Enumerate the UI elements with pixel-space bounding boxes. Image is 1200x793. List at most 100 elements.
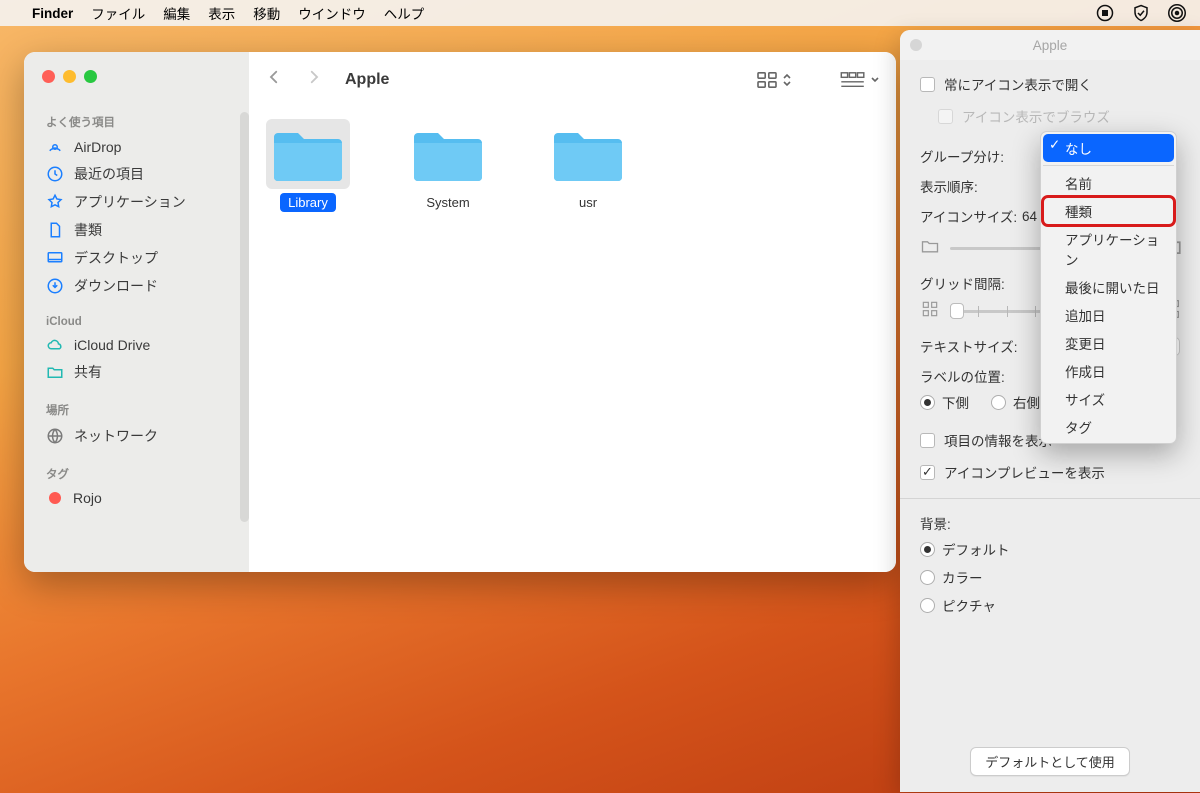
globe-icon <box>46 427 64 445</box>
sidebar-item-label: iCloud Drive <box>74 337 150 353</box>
dropdown-option[interactable]: サイズ <box>1043 385 1174 413</box>
label-icon-size: アイコンサイズ: <box>920 206 1022 226</box>
folder-label: Library <box>280 193 336 212</box>
menu-file[interactable]: ファイル <box>91 3 145 23</box>
small-folder-icon <box>920 236 940 259</box>
window-close-button[interactable] <box>42 70 55 83</box>
broadcast-icon[interactable] <box>1168 4 1186 22</box>
label-group-by: グループ分け: <box>920 146 1022 166</box>
dropdown-option[interactable]: 種類 <box>1043 197 1174 225</box>
tag-dot-icon <box>49 492 61 504</box>
forward-button[interactable] <box>305 68 323 91</box>
radio-bg-picture[interactable]: ピクチャ <box>920 595 1180 615</box>
checkbox-show-info[interactable] <box>920 433 935 448</box>
menu-help[interactable]: ヘルプ <box>384 3 425 23</box>
sidebar-section-locations: 場所 <box>24 396 249 422</box>
finder-window: よく使う項目 AirDrop 最近の項目 アプリケーション 書類 デスクトップ … <box>24 52 896 572</box>
document-icon <box>46 221 64 239</box>
label-background: 背景: <box>920 513 1180 533</box>
menu-view[interactable]: 表示 <box>208 3 235 23</box>
dropdown-option[interactable]: アプリケーション <box>1043 225 1174 273</box>
window-title: Apple <box>345 71 389 89</box>
use-as-defaults-button[interactable]: デフォルトとして使用 <box>970 747 1130 776</box>
file-grid: Library System usr <box>249 107 896 572</box>
label-show-info: 項目の情報を表示 <box>944 430 1052 450</box>
folder-label: System <box>418 193 477 212</box>
folder-icon <box>410 123 486 185</box>
dropdown-option[interactable]: 名前 <box>1043 169 1174 197</box>
dropdown-option[interactable]: 追加日 <box>1043 301 1174 329</box>
folder-item[interactable]: System <box>403 119 493 212</box>
folder-icon <box>550 123 626 185</box>
stop-icon[interactable] <box>1096 4 1114 22</box>
menubar-right-icons <box>1096 4 1186 22</box>
clock-icon <box>46 165 64 183</box>
dropdown-option[interactable]: 作成日 <box>1043 357 1174 385</box>
panel-title: Apple <box>1033 38 1068 53</box>
sidebar-item-tag-rojo[interactable]: Rojo <box>24 486 249 510</box>
sidebar-scrollbar[interactable] <box>240 112 249 522</box>
sidebar-section-tags: タグ <box>24 460 249 486</box>
dropdown-option[interactable]: なし <box>1043 134 1174 162</box>
desktop-icon <box>46 249 64 267</box>
folder-label: usr <box>571 193 605 212</box>
menubar-app-name[interactable]: Finder <box>32 6 73 21</box>
window-maximize-button[interactable] <box>84 70 97 83</box>
toolbar: Apple <box>249 52 896 107</box>
menu-go[interactable]: 移動 <box>253 3 280 23</box>
sidebar-item-documents[interactable]: 書類 <box>24 216 249 244</box>
value-icon-size: 64 <box>1022 209 1037 224</box>
chevron-down-icon <box>870 75 880 85</box>
download-icon <box>46 277 64 295</box>
sidebar-item-network[interactable]: ネットワーク <box>24 422 249 450</box>
menubar: Finder ファイル 編集 表示 移動 ウインドウ ヘルプ <box>0 0 1200 26</box>
dropdown-divider <box>1043 165 1174 166</box>
label-show-preview: アイコンプレビューを表示 <box>944 462 1105 482</box>
checkbox-show-preview[interactable] <box>920 465 935 480</box>
menu-edit[interactable]: 編集 <box>163 3 190 23</box>
radio-bg-default[interactable]: デフォルト <box>920 539 1180 559</box>
group-button[interactable] <box>840 71 880 89</box>
sidebar-item-airdrop[interactable]: AirDrop <box>24 134 249 160</box>
sidebar-item-shared[interactable]: 共有 <box>24 358 249 386</box>
label-browse-icon: アイコン表示でブラウズ <box>962 106 1110 126</box>
shared-folder-icon <box>46 363 64 381</box>
sidebar-item-label: AirDrop <box>74 139 121 155</box>
sidebar-item-label: ダウンロード <box>74 276 158 296</box>
folder-item[interactable]: usr <box>543 119 633 212</box>
folder-item[interactable]: Library <box>263 119 353 212</box>
sidebar: よく使う項目 AirDrop 最近の項目 アプリケーション 書類 デスクトップ … <box>24 52 249 572</box>
panel-close-button[interactable] <box>910 39 922 51</box>
sidebar-item-label: 共有 <box>74 362 102 382</box>
panel-header: Apple <box>900 30 1200 60</box>
dropdown-option[interactable]: 最後に開いた日 <box>1043 273 1174 301</box>
sidebar-item-desktop[interactable]: デスクトップ <box>24 244 249 272</box>
radio-bg-color[interactable]: カラー <box>920 567 1180 587</box>
traffic-lights <box>42 70 97 83</box>
sidebar-item-label: Rojo <box>73 490 102 506</box>
group-by-dropdown: なし名前種類アプリケーション最後に開いた日追加日変更日作成日サイズタグ <box>1040 131 1177 444</box>
dropdown-option[interactable]: タグ <box>1043 413 1174 441</box>
menu-window[interactable]: ウインドウ <box>298 3 366 23</box>
sidebar-item-downloads[interactable]: ダウンロード <box>24 272 249 300</box>
back-button[interactable] <box>265 68 283 91</box>
radio-label-right[interactable]: 右側 <box>991 392 1040 412</box>
dropdown-option[interactable]: 変更日 <box>1043 329 1174 357</box>
cloud-icon <box>46 336 64 354</box>
sidebar-section-favorites: よく使う項目 <box>24 108 249 134</box>
window-minimize-button[interactable] <box>63 70 76 83</box>
sidebar-item-icloud-drive[interactable]: iCloud Drive <box>24 332 249 358</box>
view-mode-button[interactable] <box>756 71 792 89</box>
sidebar-section-icloud: iCloud <box>24 310 249 332</box>
shield-check-icon[interactable] <box>1132 4 1150 22</box>
checkbox-always-icon[interactable] <box>920 77 935 92</box>
chevron-updown-icon <box>782 73 792 87</box>
divider <box>900 498 1200 499</box>
sidebar-item-label: アプリケーション <box>74 192 186 212</box>
label-always-icon: 常にアイコン表示で開く <box>944 74 1092 94</box>
sidebar-item-applications[interactable]: アプリケーション <box>24 188 249 216</box>
airdrop-icon <box>46 138 64 156</box>
folder-icon <box>270 123 346 185</box>
radio-label-below[interactable]: 下側 <box>920 392 969 412</box>
sidebar-item-recents[interactable]: 最近の項目 <box>24 160 249 188</box>
